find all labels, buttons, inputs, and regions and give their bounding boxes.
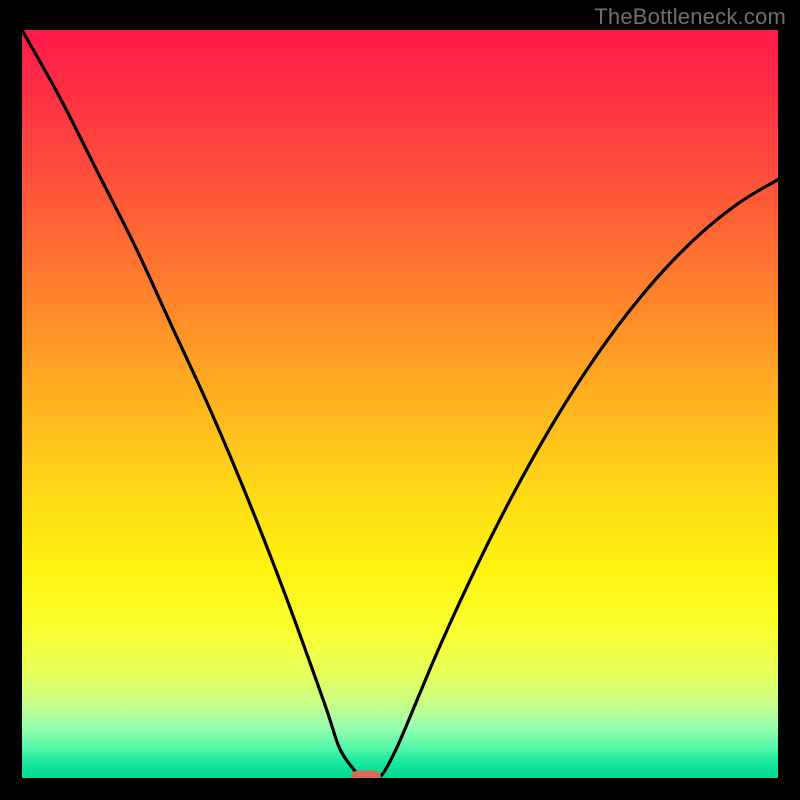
chart-frame: TheBottleneck.com bbox=[0, 0, 800, 800]
plot-area bbox=[22, 30, 778, 778]
optimum-marker bbox=[351, 771, 381, 779]
bottleneck-curve-path bbox=[22, 30, 778, 778]
watermark-text: TheBottleneck.com bbox=[594, 4, 786, 30]
curve-svg bbox=[22, 30, 778, 778]
